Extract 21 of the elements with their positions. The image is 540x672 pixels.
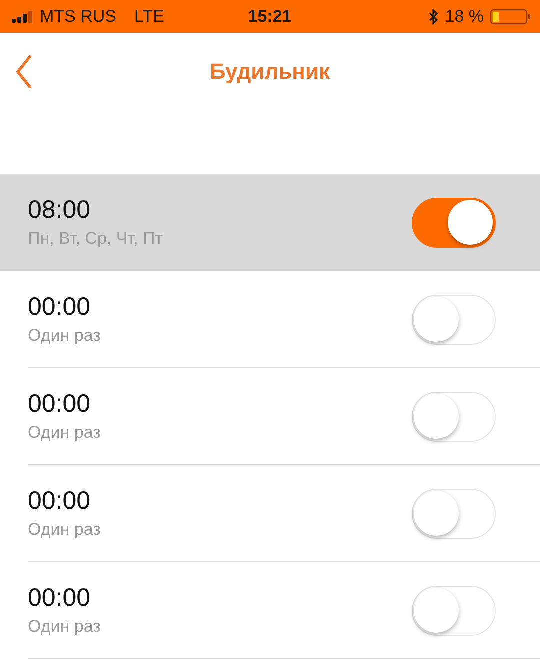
battery-percent: 18 % [445,6,484,26]
alarm-repeat: Один раз [28,520,101,540]
alarm-time: 00:00 [28,293,92,322]
screen-title: Будильник [210,58,330,84]
carrier-name: MTS RUS [40,6,116,26]
back-icon[interactable] [16,55,32,89]
battery-icon [490,8,532,24]
alarm-repeat: Один раз [28,423,101,443]
alarm-time: 00:00 [28,390,92,419]
network-type: LTE [134,6,164,26]
alarm-repeat: Один раз [28,326,101,346]
alarm-time: 00:00 [28,487,92,516]
alarm-time: 08:00 [28,196,92,225]
alarm-repeat: Пн, Вт, Ср, Чт, Пт [28,229,164,249]
alarm-time: 00:00 [28,584,92,613]
signal-icon [12,10,34,22]
bluetooth-icon [429,8,440,24]
alarm-toggle[interactable] [412,198,496,248]
alarm-row[interactable]: 08:00 Пн, Вт, Ср, Чт, Пт [0,174,540,271]
alarm-repeat: Один раз [28,617,101,637]
clock-time: 15:21 [248,6,292,26]
